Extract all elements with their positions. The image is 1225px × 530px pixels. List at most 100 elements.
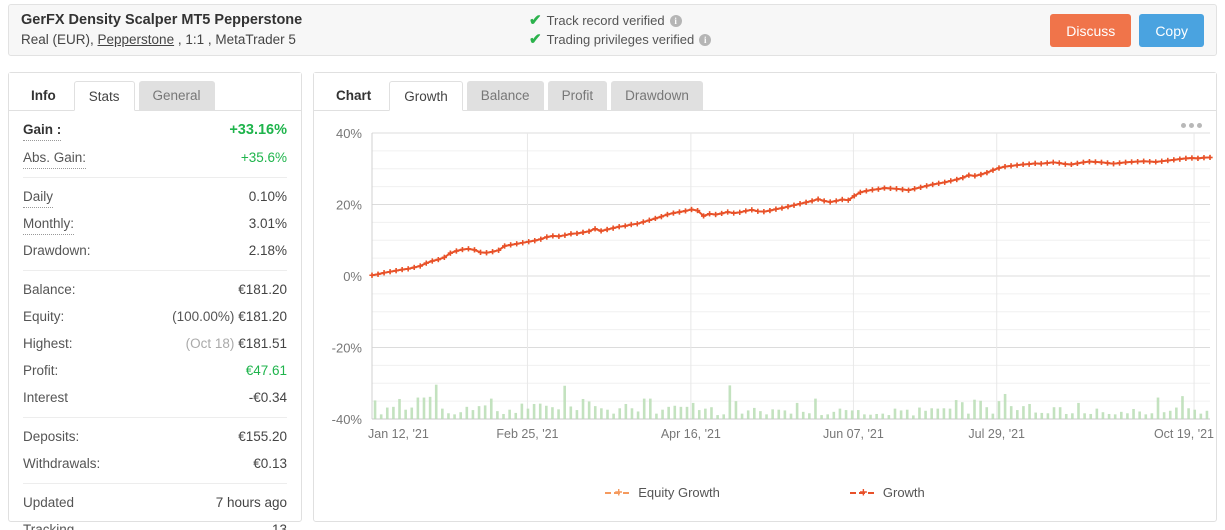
series-marker: [465, 246, 472, 252]
y-tick-label: -20%: [332, 341, 363, 356]
legend-item-growth[interactable]: Growth: [849, 485, 925, 500]
stat-row-withdrawals: Withdrawals: €0.13: [23, 450, 287, 477]
copy-button[interactable]: Copy: [1139, 14, 1204, 47]
stat-label-highest: Highest:: [23, 336, 73, 351]
legend-item-equity-growth[interactable]: Equity Growth: [605, 485, 720, 500]
series-marker: [640, 219, 646, 225]
stat-value-wrap-deposits: €155.20: [238, 423, 287, 450]
series-marker: [839, 196, 845, 203]
tab-profit[interactable]: Profit: [547, 81, 608, 111]
series-marker: [1129, 159, 1135, 165]
divider: [23, 177, 287, 178]
volume-bar: [379, 414, 383, 419]
stat-value-wrap-profit: €47.61: [246, 357, 287, 384]
volume-bar: [887, 415, 891, 419]
stat-value-wrap-highest: (Oct 18) €181.51: [186, 330, 287, 357]
series-marker: [755, 208, 761, 214]
volume-bar: [606, 409, 609, 419]
volume-bar: [642, 398, 646, 419]
volume-bar: [1095, 408, 1099, 419]
volume-bar: [759, 411, 762, 419]
series-marker: [827, 199, 833, 205]
series-marker: [688, 206, 695, 213]
series-marker: [1110, 161, 1117, 167]
stat-value-wrap-gain: +33.16%: [229, 115, 287, 145]
tab-growth[interactable]: Growth: [389, 81, 463, 111]
stat-value-highest: €181.51: [238, 336, 287, 351]
volume-bar: [893, 408, 897, 419]
volume-bar: [1150, 413, 1154, 419]
series-marker: [393, 268, 399, 274]
series-marker: [405, 266, 411, 272]
stat-row-highest: Highest: (Oct 18) €181.51: [23, 330, 287, 357]
volume-bar: [624, 403, 628, 419]
volume-bar: [679, 406, 683, 419]
stat-row-balance: Balance: €181.20: [23, 276, 287, 303]
volume-bar: [373, 400, 377, 419]
tab-stats[interactable]: Stats: [73, 81, 135, 111]
volume-bar: [1058, 407, 1062, 419]
volume-bar: [667, 406, 670, 419]
stat-value-drawdown: 2.18%: [248, 243, 287, 258]
volume-bar: [1120, 411, 1123, 419]
volume-bar: [1046, 413, 1050, 419]
stat-label-monthly[interactable]: Monthly:: [23, 214, 75, 235]
series-marker: [574, 230, 580, 237]
series-marker: [453, 248, 460, 254]
stat-row-abs-gain: Abs. Gain: +35.6%: [23, 144, 287, 171]
series-marker: [1207, 154, 1213, 161]
stat-value-monthly: 3.01%: [248, 216, 287, 231]
stat-label-balance: Balance:: [23, 282, 76, 297]
y-tick-label: 40%: [336, 126, 362, 141]
volume-bar: [1077, 402, 1080, 419]
series-marker: [1008, 163, 1014, 169]
series-marker: [562, 232, 568, 238]
stat-row-interest: Interest -€0.34: [23, 384, 287, 411]
tab-general[interactable]: General: [138, 81, 215, 111]
stat-label-abs-gain[interactable]: Abs. Gain:: [23, 148, 87, 169]
info-icon[interactable]: i: [699, 33, 712, 46]
stat-prefix-highest: (Oct 18): [185, 336, 239, 351]
series-marker: [1014, 162, 1020, 168]
volume-bar: [1009, 406, 1013, 419]
stat-label-gain[interactable]: Gain :: [23, 120, 62, 141]
series-marker: [1171, 157, 1177, 163]
series-marker: [905, 187, 912, 193]
account-subtitle: Real (EUR), Pepperstone , 1:1 , MetaTrad…: [21, 30, 529, 50]
stat-value-deposits: €155.20: [238, 429, 287, 444]
volume-bar: [1132, 408, 1135, 419]
tab-drawdown[interactable]: Drawdown: [611, 81, 703, 111]
volume-bar: [410, 407, 414, 419]
x-tick-label: Apr 16, '21: [661, 427, 721, 441]
volume-bar: [545, 405, 548, 419]
series-marker: [622, 223, 628, 229]
volume-bar: [869, 414, 872, 419]
page-root: GerFX Density Scalper MT5 Pepperstone Re…: [0, 0, 1225, 530]
volume-bar: [587, 401, 591, 419]
series-marker: [369, 272, 375, 278]
series-marker: [664, 211, 671, 218]
stat-row-daily: Daily 0.10%: [23, 183, 287, 210]
volume-bar: [1034, 412, 1037, 419]
info-icon[interactable]: i: [669, 14, 682, 27]
series-marker: [797, 201, 803, 207]
series-marker: [954, 176, 960, 183]
volume-bar: [385, 407, 389, 419]
volume-bar: [985, 407, 989, 419]
broker-link[interactable]: Pepperstone: [98, 32, 175, 47]
legend-label: Equity Growth: [638, 485, 720, 500]
stat-label-daily[interactable]: Daily: [23, 187, 54, 208]
account-meta: , 1:1 , MetaTrader 5: [174, 31, 296, 47]
stat-value-balance: €181.20: [238, 282, 287, 297]
tab-balance[interactable]: Balance: [466, 81, 544, 111]
series-marker: [580, 229, 586, 235]
series-marker: [1147, 159, 1153, 165]
volume-bar: [722, 414, 726, 419]
discuss-button[interactable]: Discuss: [1050, 14, 1132, 47]
series-marker: [411, 264, 417, 271]
series-marker: [1044, 160, 1050, 166]
stat-value-daily: 0.10%: [248, 189, 287, 204]
volume-bar: [1107, 413, 1111, 419]
volume-bar: [661, 409, 664, 419]
account-title: GerFX Density Scalper MT5 Pepperstone: [21, 11, 303, 28]
